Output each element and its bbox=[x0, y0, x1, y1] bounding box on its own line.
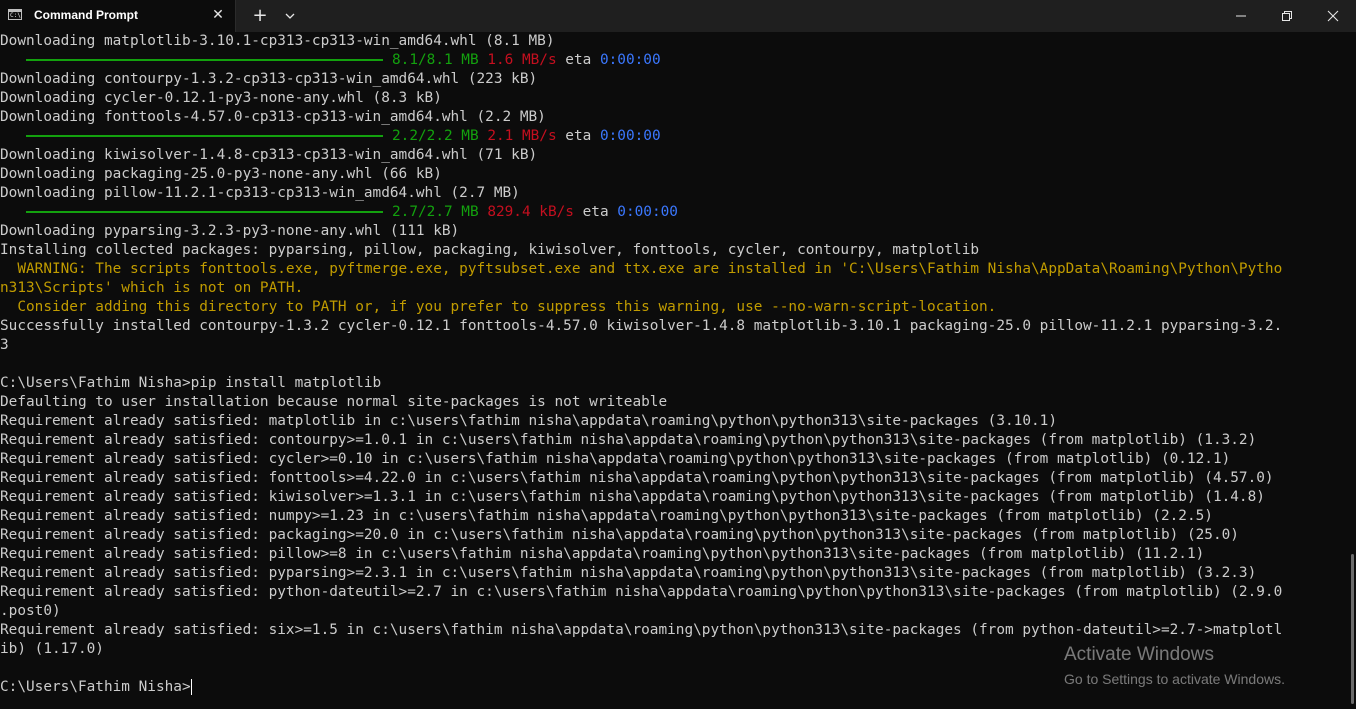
close-icon bbox=[1327, 10, 1339, 22]
progress-size: 8.1/8.1 MB bbox=[392, 52, 479, 68]
terminal-line: Downloading contourpy-1.3.2-cp313-cp313-… bbox=[0, 71, 538, 87]
watermark-title: Activate Windows bbox=[1064, 644, 1214, 665]
new-tab-button[interactable]: + bbox=[249, 5, 271, 27]
progress-speed: 829.4 kB/s bbox=[487, 204, 574, 220]
terminal-line: Requirement already satisfied: matplotli… bbox=[0, 413, 1057, 429]
terminal-line: Requirement already satisfied: pyparsing… bbox=[0, 565, 1257, 581]
terminal-line: Requirement already satisfied: fonttools… bbox=[0, 470, 1274, 486]
prompt-text: C:\Users\Fathim Nisha> bbox=[0, 679, 191, 695]
terminal-line: Requirement already satisfied: pillow>=8… bbox=[0, 546, 1205, 562]
warning-line: WARNING: The scripts fonttools.exe, pyft… bbox=[0, 261, 1283, 277]
terminal-line: Downloading packaging-25.0-py3-none-any.… bbox=[0, 166, 442, 182]
terminal-output[interactable]: Downloading matplotlib-3.10.1-cp313-cp31… bbox=[0, 32, 1348, 709]
progress-eta-label: eta bbox=[582, 204, 609, 220]
progress-line: 2.7/2.7 MB 829.4 kB/s eta 0:00:00 bbox=[0, 203, 1348, 222]
maximize-icon bbox=[1282, 11, 1292, 21]
watermark-subtitle: Go to Settings to activate Windows. bbox=[1064, 671, 1285, 687]
terminal-line: Successfully installed contourpy-1.3.2 c… bbox=[0, 318, 1283, 334]
progress-bar bbox=[26, 135, 383, 137]
minimize-button[interactable] bbox=[1218, 0, 1264, 32]
terminal-line: Requirement already satisfied: six>=1.5 … bbox=[0, 622, 1283, 638]
close-window-button[interactable] bbox=[1310, 0, 1356, 32]
terminal-line: Downloading cycler-0.12.1-py3-none-any.w… bbox=[0, 90, 442, 106]
tab-dropdown-button[interactable] bbox=[280, 5, 300, 27]
scrollbar-thumb[interactable] bbox=[1351, 554, 1354, 704]
terminal-line: Requirement already satisfied: packaging… bbox=[0, 527, 1239, 543]
progress-eta: 0:00:00 bbox=[599, 52, 661, 68]
terminal-line: Requirement already satisfied: cycler>=0… bbox=[0, 451, 1231, 467]
progress-speed: 2.1 MB/s bbox=[487, 128, 557, 144]
progress-eta-label: eta bbox=[565, 52, 592, 68]
progress-line: 2.2/2.2 MB 2.1 MB/s eta 0:00:00 bbox=[0, 127, 1348, 146]
tab-command-prompt[interactable]: C:\ Command Prompt ✕ bbox=[0, 0, 236, 32]
title-bar: C:\ Command Prompt ✕ + bbox=[0, 0, 1356, 32]
close-tab-button[interactable]: ✕ bbox=[208, 5, 228, 25]
terminal-line: Downloading pillow-11.2.1-cp313-cp313-wi… bbox=[0, 185, 520, 201]
terminal-line: .post0) bbox=[0, 603, 61, 619]
terminal-line: Downloading pyparsing-3.2.3-py3-none-any… bbox=[0, 223, 460, 239]
terminal-line: Requirement already satisfied: contourpy… bbox=[0, 432, 1257, 448]
terminal-line: Downloading matplotlib-3.10.1-cp313-cp31… bbox=[0, 33, 555, 49]
progress-line: 8.1/8.1 MB 1.6 MB/s eta 0:00:00 bbox=[0, 51, 1348, 70]
scrollbar[interactable] bbox=[1348, 32, 1356, 709]
terminal-line: Requirement already satisfied: kiwisolve… bbox=[0, 489, 1265, 505]
tab-title: Command Prompt bbox=[34, 8, 139, 22]
text-cursor bbox=[190, 679, 192, 695]
warning-line: Consider adding this directory to PATH o… bbox=[0, 299, 997, 315]
progress-size: 2.7/2.7 MB bbox=[392, 204, 479, 220]
progress-bar bbox=[26, 211, 383, 213]
terminal-line: Requirement already satisfied: python-da… bbox=[0, 584, 1283, 600]
minimize-icon bbox=[1236, 15, 1246, 17]
terminal-line: Defaulting to user installation because … bbox=[0, 394, 668, 410]
terminal-line: Requirement already satisfied: numpy>=1.… bbox=[0, 508, 1213, 524]
terminal-line: 3 bbox=[0, 337, 9, 353]
activate-windows-watermark: Activate Windows Go to Settings to activ… bbox=[1064, 644, 1285, 690]
maximize-button[interactable] bbox=[1264, 0, 1310, 32]
terminal-line: Downloading fonttools-4.57.0-cp313-cp313… bbox=[0, 109, 546, 125]
progress-bar bbox=[26, 59, 383, 61]
progress-speed: 1.6 MB/s bbox=[487, 52, 557, 68]
cmd-icon: C:\ bbox=[8, 9, 22, 20]
progress-eta: 0:00:00 bbox=[617, 204, 678, 220]
chevron-down-icon bbox=[285, 13, 295, 19]
command-line: C:\Users\Fathim Nisha>pip install matplo… bbox=[0, 375, 382, 391]
terminal-line: Downloading kiwisolver-1.4.8-cp313-cp313… bbox=[0, 147, 538, 163]
progress-eta-label: eta bbox=[565, 128, 592, 144]
terminal-line: Installing collected packages: pyparsing… bbox=[0, 242, 980, 258]
progress-eta: 0:00:00 bbox=[599, 128, 661, 144]
warning-line: n313\Scripts' which is not on PATH. bbox=[0, 280, 304, 296]
progress-size: 2.2/2.2 MB bbox=[392, 128, 479, 144]
